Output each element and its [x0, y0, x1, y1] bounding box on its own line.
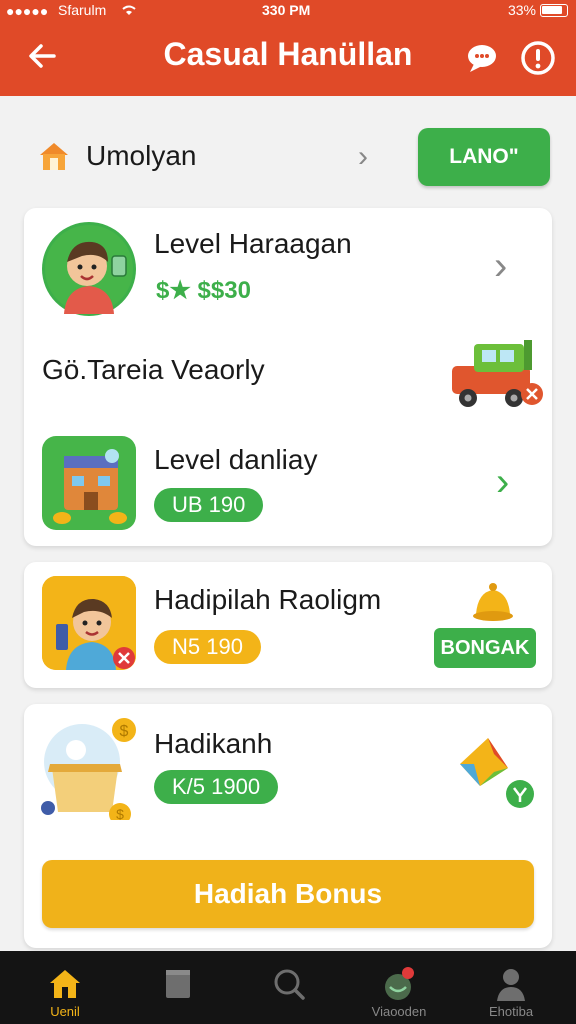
lano-button[interactable]: LANO"	[418, 128, 550, 186]
alert-circle-icon	[521, 41, 555, 75]
wifi-icon	[120, 1, 138, 20]
svg-text:$: $	[120, 723, 129, 740]
player-avatar	[42, 576, 136, 670]
app-bar: Casual Hanüllan	[0, 22, 576, 96]
status-time: 330 PM	[262, 2, 311, 18]
chat-bubble-icon	[468, 45, 496, 72]
levels-card: Level Haraagan $★ $$30 › Gö.Tareia Veaor…	[24, 208, 552, 546]
house-icon	[36, 138, 72, 174]
chevron-right-icon[interactable]: ›	[494, 246, 507, 286]
reward-title: Hadikanh	[154, 728, 273, 759]
bongak-button[interactable]: BONGAK	[434, 628, 536, 668]
battery-percent: 33%	[507, 2, 536, 18]
home-icon	[46, 965, 84, 1003]
level-title: Level Haraagan	[154, 228, 352, 259]
subheading: Gö.Tareia Veaorly	[42, 354, 265, 385]
tab-rewards[interactable]: Viaooden	[344, 951, 454, 1024]
reward-icon	[380, 965, 418, 1003]
tab-label: Viaooden	[371, 1004, 427, 1019]
treasure-box-icon: $ $	[40, 716, 140, 825]
search-icon	[270, 965, 308, 1003]
level-badge: UB 190	[154, 488, 264, 522]
reward-card: Hadipilah Raoligm N5 190 BONGAK	[24, 562, 552, 688]
chevron-right-icon[interactable]: ›	[496, 462, 509, 502]
game-building-icon	[42, 436, 136, 530]
tab-book[interactable]	[122, 951, 232, 1024]
tab-label: Uenil	[50, 1004, 80, 1019]
kite-icon	[454, 734, 538, 814]
svg-text:$: $	[116, 806, 124, 820]
level-title: Level danliay	[154, 444, 318, 475]
chat-button[interactable]	[460, 36, 504, 80]
player-avatar	[42, 222, 136, 316]
battery-icon	[540, 4, 568, 17]
carrier-name: Sfarulm	[58, 2, 107, 18]
status-bar: ●●●●● Sfarulm 330 PM 33%	[0, 0, 576, 22]
tab-label: Ehotiba	[488, 1004, 534, 1019]
chevron-right-icon[interactable]: ›	[358, 140, 368, 174]
hadiah-bonus-button[interactable]: Hadiah Bonus	[42, 860, 534, 928]
signal-dots-icon: ●●●●●	[6, 3, 49, 19]
tab-profile[interactable]: Ehotiba	[456, 951, 566, 1024]
section-label: Umolyan	[86, 140, 197, 171]
section-header: Umolyan › LANO"	[0, 122, 576, 192]
bell-icon	[468, 578, 518, 624]
level-price: $★ $$30	[156, 277, 251, 304]
reward-title: Hadipilah Raoligm	[154, 584, 382, 615]
reward-badge: K/5 1900	[154, 770, 279, 804]
info-button[interactable]	[516, 36, 560, 80]
reward-badge: N5 190	[154, 630, 261, 664]
tab-home[interactable]: Uenil	[10, 951, 120, 1024]
book-icon	[158, 965, 196, 1003]
tab-search[interactable]	[234, 951, 344, 1024]
toy-truck-icon	[444, 334, 548, 416]
bottom-tab-bar: Uenil Viaooden Ehotiba	[0, 951, 576, 1024]
profile-icon	[492, 965, 530, 1003]
